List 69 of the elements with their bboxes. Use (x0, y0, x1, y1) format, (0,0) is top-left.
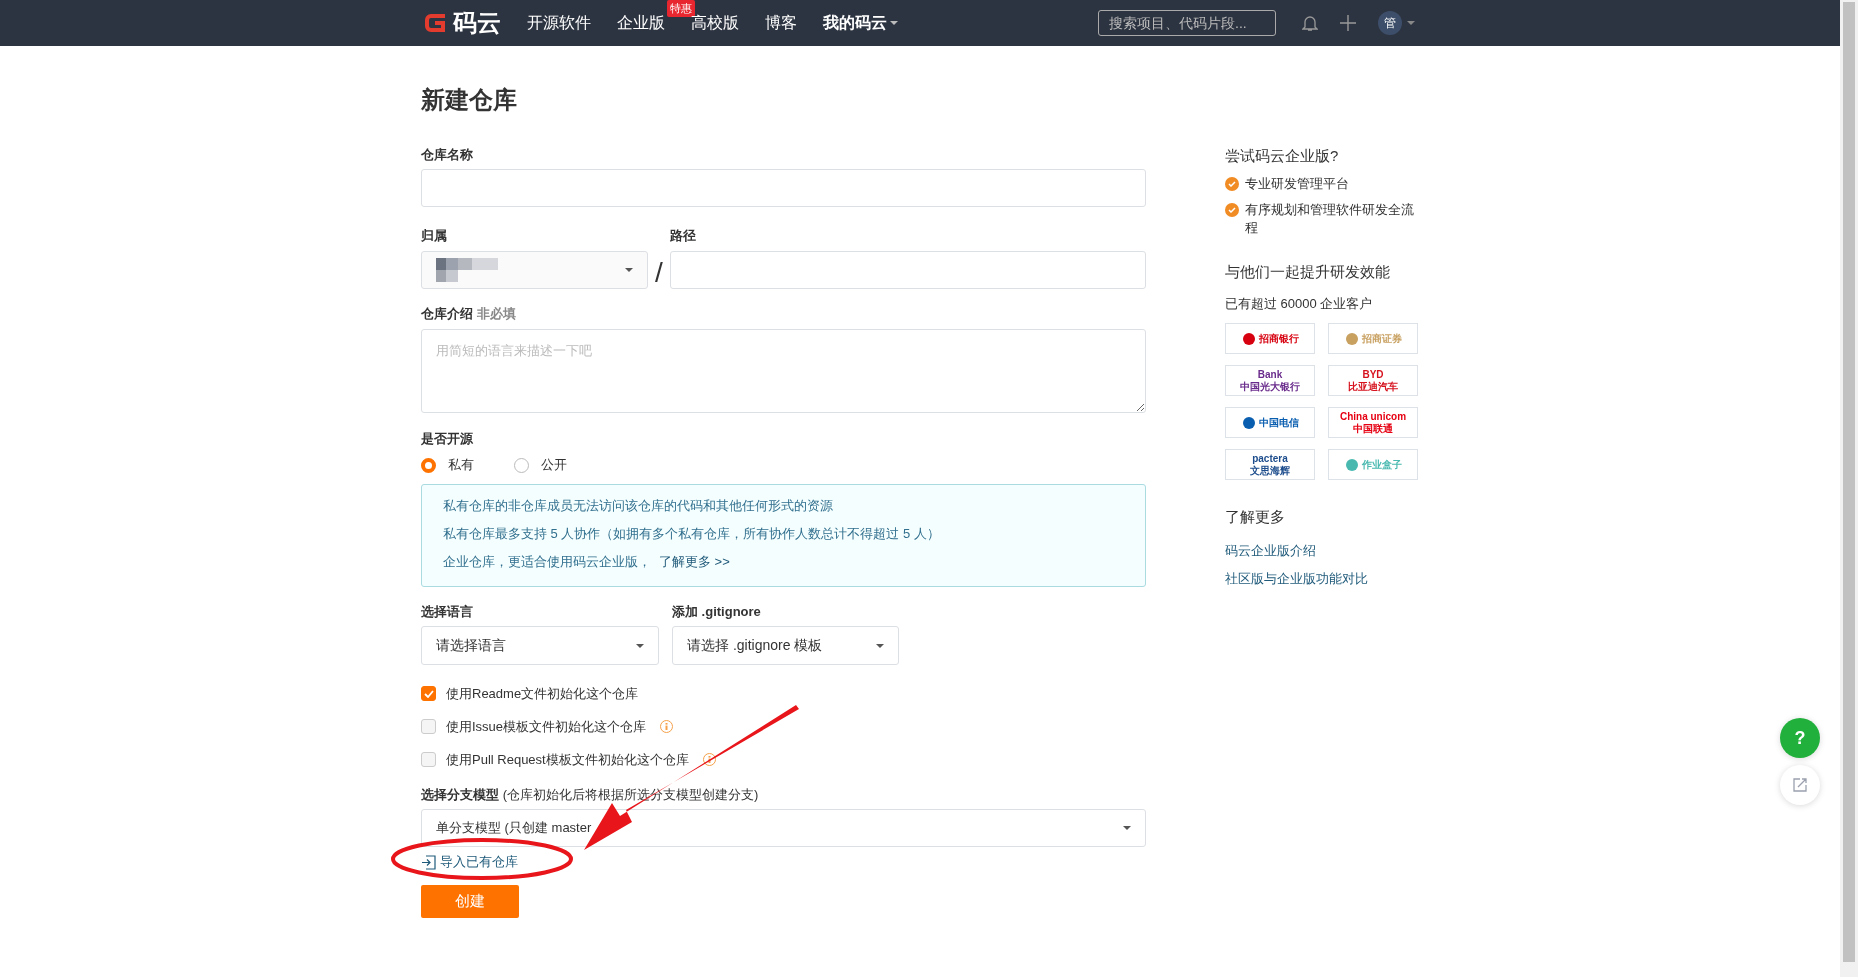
owner-select[interactable] (421, 251, 648, 289)
search-field[interactable]: 搜索项目、代码片段... (1098, 10, 1276, 36)
learn-more-link[interactable]: 了解更多 >> (659, 553, 730, 571)
import-link[interactable]: 导入已有仓库 (421, 853, 1146, 871)
import-icon (421, 854, 436, 870)
nav-link[interactable]: 我的码云 (823, 12, 898, 34)
radio-label: 公开 (541, 456, 567, 474)
caret-icon (1407, 21, 1415, 25)
checkbox-label: 使用Pull Request模板文件初始化这个仓库 (446, 750, 689, 769)
customer-logo: pactera 文思海辉 (1225, 449, 1315, 480)
caret-icon (876, 643, 884, 648)
feature-text: 有序规划和管理软件研发全流程 (1245, 201, 1415, 237)
nav-link[interactable]: 博客 (765, 12, 797, 34)
caret-icon (890, 21, 898, 25)
caret-icon (625, 268, 633, 272)
promo-badge: 特惠 (667, 0, 695, 17)
pixelated-name-icon (436, 258, 498, 282)
notice-text: 企业仓库，更适合使用码云企业版， (443, 553, 651, 571)
customer-logo: 作业盒子 (1328, 449, 1418, 480)
checkbox-label: 使用Issue模板文件初始化这个仓库 (446, 717, 647, 736)
sidebar-heading: 了解更多 (1225, 508, 1286, 527)
customer-count: 已有超过 60000 企业客户 (1225, 295, 1374, 313)
notice-text: 私有仓库的非仓库成员无法访问该仓库的代码和其他任何形式的资源 (443, 497, 834, 515)
radio-label: 私有 (448, 456, 474, 474)
language-select[interactable]: 请选择语言 (421, 626, 659, 665)
sidebar-heading: 与他们一起提升研发效能 (1225, 263, 1391, 282)
logo-text: 码云 (453, 8, 501, 38)
field-label: 添加 .gitignore (672, 603, 762, 621)
customer-logo: Bank 中国光大银行 (1225, 365, 1315, 396)
branch-model-select[interactable]: 单分支模型 (只创建 master (421, 809, 1146, 847)
path-field[interactable] (670, 251, 1146, 289)
field-label: 是否开源 (421, 430, 474, 448)
sidebar-heading: 尝试码云企业版? (1225, 147, 1340, 166)
field-label: 归属 (421, 227, 448, 245)
customer-logo: 招商证券 (1328, 323, 1418, 354)
field-label: 选择语言 (421, 603, 474, 621)
caret-icon (1123, 826, 1131, 830)
nav-link[interactable]: 企业版 (617, 12, 665, 34)
checkbox[interactable] (421, 752, 436, 767)
radio-button[interactable] (514, 457, 529, 473)
user-avatar[interactable]: 管 (1378, 11, 1402, 35)
feature-text: 专业研发管理平台 (1245, 175, 1349, 193)
sidebar-link[interactable]: 社区版与企业版功能对比 (1225, 570, 1425, 588)
radio-button[interactable] (421, 457, 436, 473)
check-icon (1225, 177, 1239, 191)
scrollbar[interactable] (1840, 0, 1858, 977)
path-separator: / (654, 257, 664, 289)
check-icon (1225, 203, 1239, 217)
sidebar-link[interactable]: 码云企业版介绍 (1225, 542, 1425, 560)
nav-link[interactable]: 开源软件 (527, 12, 591, 34)
customer-logo: 招商银行 (1225, 323, 1315, 354)
customer-logo: BYD 比亚迪汽车 (1328, 365, 1418, 396)
checkbox[interactable] (421, 719, 436, 734)
field-label: 仓库介绍 非必填 (421, 305, 517, 323)
gitignore-select[interactable]: 请选择 .gitignore 模板 (672, 626, 899, 665)
plus-icon[interactable] (1340, 15, 1356, 31)
field-label: 仓库名称 (421, 146, 474, 164)
checkbox-label: 使用Readme文件初始化这个仓库 (446, 684, 639, 703)
bell-icon[interactable] (1302, 14, 1318, 32)
page-title: 新建仓库 (421, 85, 518, 115)
field-label: 路径 (670, 227, 697, 245)
caret-icon (636, 643, 644, 648)
notice-text: 私有仓库最多支持 5 人协作（如拥有多个私有仓库，所有协作人数总计不得超过 5 人） (443, 525, 941, 543)
share-button[interactable] (1780, 765, 1820, 805)
customer-logo: China unicom 中国联通 (1328, 407, 1418, 438)
name-field[interactable] (421, 169, 1146, 207)
customer-logo: 中国电信 (1225, 407, 1315, 438)
checkbox[interactable] (421, 686, 436, 701)
share-icon (1792, 777, 1808, 793)
